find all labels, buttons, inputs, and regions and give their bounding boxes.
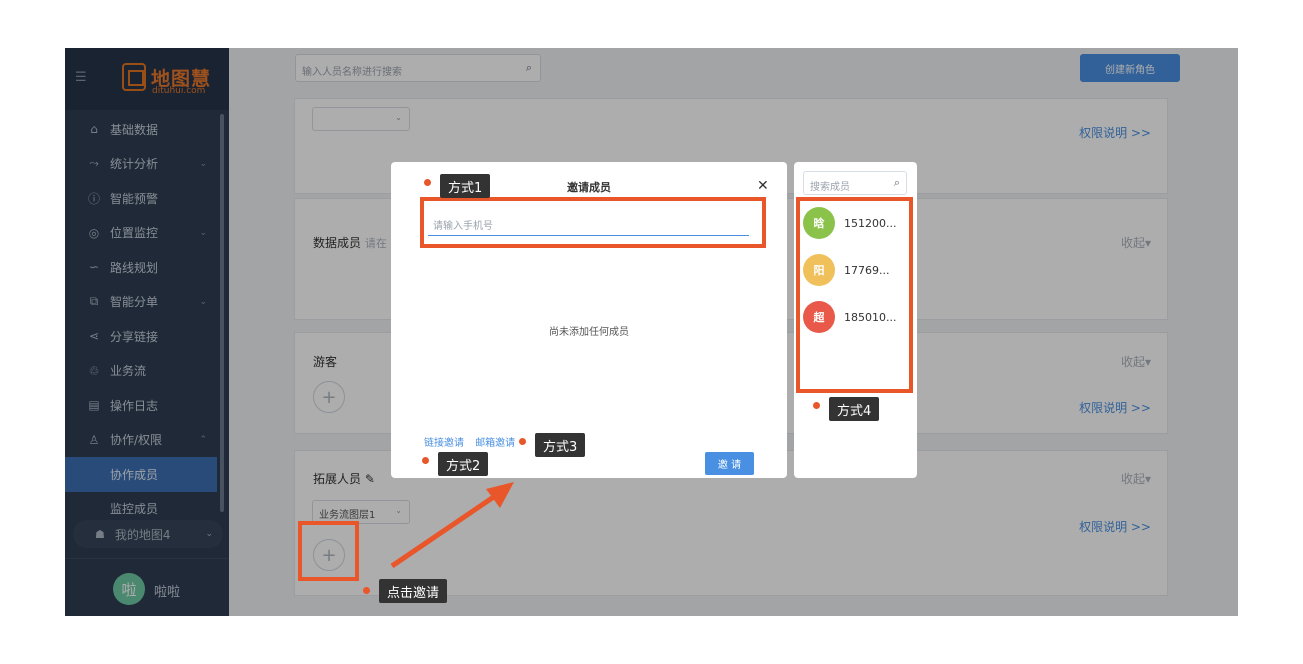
annotation-arrow-icon bbox=[390, 482, 514, 569]
